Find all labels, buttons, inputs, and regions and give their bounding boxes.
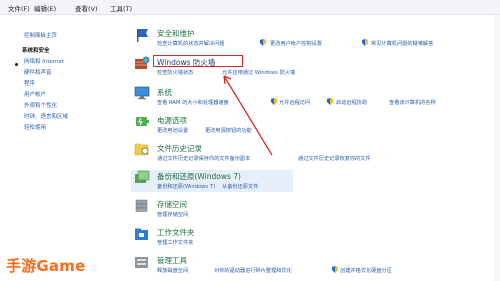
system-link-remote-access[interactable]: 允许远程访问 <box>279 99 310 106</box>
file-history-icon <box>134 143 149 156</box>
firewall-link-status[interactable]: 检查防火墙状态 <box>157 69 193 76</box>
category-system-title[interactable]: 系统 <box>157 87 172 98</box>
category-security-title[interactable]: 安全和维护 <box>157 28 195 39</box>
security-link-troubleshoot[interactable]: 常见计算机问题的疑难解答 <box>371 40 433 47</box>
system-link-remote-assist[interactable]: 启动远程协助 <box>336 99 367 106</box>
scrollbar[interactable] <box>494 15 500 281</box>
menu-edit[interactable]: 编辑(E) <box>34 3 56 13</box>
sidebar-item-hardware[interactable]: 硬件和声音 <box>24 68 52 76</box>
security-link-uac[interactable]: 更改用户帐户控制设置 <box>270 40 322 47</box>
power-icon <box>136 117 149 126</box>
sidebar-home[interactable]: 控制面板主页 <box>24 31 57 39</box>
menu-view[interactable]: 查看(V) <box>75 3 98 13</box>
filehistory-link-save[interactable]: 通过文件历史记录保存你的文件备份副本 <box>157 155 250 162</box>
category-power-title[interactable]: 电源选项 <box>157 115 187 126</box>
firewall-icon <box>135 56 150 69</box>
sidebar-item-appearance[interactable]: 外观和个性化 <box>24 101 57 109</box>
backup-link-restore-files[interactable]: 从备份还原文件 <box>222 183 258 190</box>
category-storage-title[interactable]: 存储空间 <box>157 199 187 210</box>
sidebar-item-system-security[interactable]: 系统和安全 <box>22 46 50 54</box>
menu-tools[interactable]: 工具(T) <box>110 3 132 13</box>
current-indicator <box>15 63 18 66</box>
category-firewall-title[interactable]: Windows 防火墙 <box>157 57 215 68</box>
power-link-button[interactable]: 更改电源按钮的功能 <box>205 127 252 134</box>
uac-shield-icon <box>332 266 338 273</box>
power-link-battery[interactable]: 更改电池设置 <box>157 127 188 134</box>
admin-link-defrag[interactable]: 对你的驱动器进行碎片整理和优化 <box>214 267 292 274</box>
filehistory-link-restore[interactable]: 通过文件历史记录恢复你的文件 <box>298 155 371 162</box>
workfolders-link-manage[interactable]: 管理工作文件夹 <box>157 239 193 246</box>
sidebar-item-programs[interactable]: 程序 <box>24 79 35 87</box>
menu-file[interactable]: 文件(F) <box>8 3 30 13</box>
work-folders-icon <box>135 228 148 240</box>
category-backup-title[interactable]: 备份和还原(Windows 7) <box>157 171 241 182</box>
backup-link-backup-restore[interactable]: 备份和还原(Windows 7) <box>157 183 215 190</box>
category-filehistory-title[interactable]: 文件历史记录 <box>157 143 202 154</box>
monitor-icon <box>134 86 150 100</box>
backup-icon <box>135 170 150 183</box>
sidebar: 控制面板主页 系统和安全 网络和 Internet 硬件和声音 程序 用户帐户 … <box>0 15 120 281</box>
sidebar-item-accounts[interactable]: 用户帐户 <box>24 90 46 98</box>
system-link-computer-name[interactable]: 查看该计算机的名称 <box>389 99 436 106</box>
sidebar-item-clock[interactable]: 时钟、语言和区域 <box>24 112 68 120</box>
uac-shield-icon <box>260 39 266 46</box>
system-link-ram[interactable]: 查看 RAM 的大小和处理器速度 <box>157 99 229 106</box>
admin-link-free-space[interactable]: 释放磁盘空间 <box>157 267 188 274</box>
security-link-status[interactable]: 检查计算机的状态并解决问题 <box>157 40 224 47</box>
menu-bar: 文件(F) 编辑(E) 查看(V) 工具(T) <box>0 0 500 15</box>
uac-shield-icon <box>327 98 333 105</box>
watermark-logo: 手游Game <box>6 257 86 275</box>
uac-shield-icon <box>362 39 368 46</box>
admin-tools-icon <box>135 257 148 268</box>
category-workfolders-title[interactable]: 工作文件夹 <box>157 227 195 238</box>
flag-icon <box>137 29 148 42</box>
category-admin-title[interactable]: 管理工具 <box>157 255 187 266</box>
storage-icon <box>135 199 148 212</box>
storage-link-manage[interactable]: 管理存储空间 <box>157 211 188 218</box>
annotation-arrow <box>223 75 273 156</box>
uac-shield-icon <box>271 98 277 105</box>
admin-link-partition[interactable]: 创建并格式化硬盘分区 <box>340 267 392 274</box>
sidebar-item-network[interactable]: 网络和 Internet <box>24 57 64 65</box>
sidebar-item-ease[interactable]: 轻松使用 <box>24 123 46 131</box>
